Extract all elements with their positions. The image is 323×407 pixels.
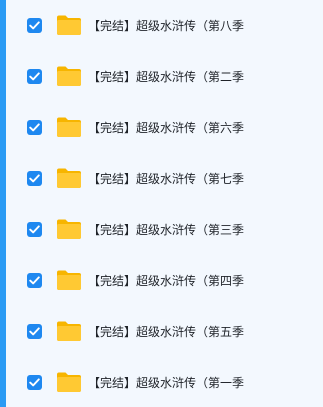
list-item[interactable]: 【完结】超级水浒传（第八季 [6, 0, 323, 51]
checkmark-icon [29, 275, 40, 284]
file-list: 【完结】超级水浒传（第八季 【完结】超级水浒传（第二季 【完结】超级水浒传（第六… [6, 0, 323, 407]
folder-icon [56, 65, 82, 87]
checkbox-checked[interactable] [27, 374, 42, 390]
folder-name[interactable]: 【完结】超级水浒传（第六季 [88, 119, 244, 137]
checkmark-icon [29, 326, 40, 335]
checkmark-icon [29, 173, 40, 182]
folder-name[interactable]: 【完结】超级水浒传（第四季 [88, 272, 244, 290]
checkbox-checked[interactable] [27, 17, 42, 33]
checkbox-checked[interactable] [27, 272, 42, 288]
checkmark-icon [29, 71, 40, 80]
list-item[interactable]: 【完结】超级水浒传（第六季 [6, 102, 323, 153]
folder-name[interactable]: 【完结】超级水浒传（第八季 [88, 17, 244, 35]
list-item[interactable]: 【完结】超级水浒传（第二季 [6, 51, 323, 102]
checkbox-checked[interactable] [27, 119, 42, 135]
list-item[interactable]: 【完结】超级水浒传（第七季 [6, 153, 323, 204]
list-item[interactable]: 【完结】超级水浒传（第一季 [6, 357, 323, 407]
folder-name[interactable]: 【完结】超级水浒传（第五季 [88, 323, 244, 341]
folder-icon [56, 320, 82, 342]
folder-icon [56, 14, 82, 36]
checkbox-checked[interactable] [27, 221, 42, 237]
list-item[interactable]: 【完结】超级水浒传（第三季 [6, 204, 323, 255]
checkmark-icon [29, 20, 40, 29]
checkbox-checked[interactable] [27, 170, 42, 186]
checkbox-checked[interactable] [27, 68, 42, 84]
folder-icon [56, 116, 82, 138]
folder-icon [56, 371, 82, 393]
checkmark-icon [29, 377, 40, 386]
list-item[interactable]: 【完结】超级水浒传（第四季 [6, 255, 323, 306]
checkmark-icon [29, 224, 40, 233]
folder-name[interactable]: 【完结】超级水浒传（第一季 [88, 374, 244, 392]
file-list-panel: 【完结】超级水浒传（第八季 【完结】超级水浒传（第二季 【完结】超级水浒传（第六… [0, 0, 323, 407]
folder-icon [56, 218, 82, 240]
checkbox-checked[interactable] [27, 323, 42, 339]
folder-icon [56, 269, 82, 291]
checkmark-icon [29, 122, 40, 131]
folder-icon [56, 167, 82, 189]
folder-name[interactable]: 【完结】超级水浒传（第七季 [88, 170, 244, 188]
list-item[interactable]: 【完结】超级水浒传（第五季 [6, 306, 323, 357]
folder-name[interactable]: 【完结】超级水浒传（第二季 [88, 68, 244, 86]
folder-name[interactable]: 【完结】超级水浒传（第三季 [88, 221, 244, 239]
